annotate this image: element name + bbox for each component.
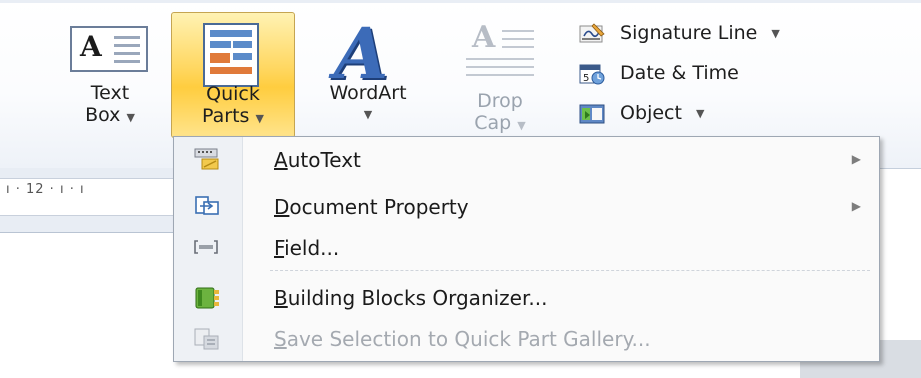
menu-item-building-blocks-organizer[interactable]: Building Blocks Organizer... xyxy=(174,277,879,319)
quick-parts-icon xyxy=(203,23,259,87)
signature-line-label: Signature Line xyxy=(620,22,758,44)
text-box-icon: A xyxy=(70,26,148,72)
menu-item-save-selection-to-gallery[interactable]: Save Selection to Quick Part Gallery... xyxy=(174,318,879,360)
svg-text:5: 5 xyxy=(583,73,589,84)
document-property-icon xyxy=(192,194,220,220)
document-property-label: ocument Property xyxy=(289,195,469,219)
submenu-arrow-icon: ▶ xyxy=(851,152,861,166)
document-area[interactable] xyxy=(0,233,175,378)
horizontal-ruler: ı · 12 · ı · ı xyxy=(0,168,175,233)
drop-cap-label-line1: Drop xyxy=(477,90,523,112)
text-box-label-line2: Box xyxy=(85,104,121,126)
chevron-down-icon: ▼ xyxy=(695,106,705,120)
building-blocks-icon xyxy=(192,285,220,311)
object-label: Object xyxy=(620,102,682,124)
save-selection-accel: S xyxy=(274,327,287,351)
text-box-label-line1: Text xyxy=(90,82,130,104)
object-icon xyxy=(578,102,606,126)
autotext-icon xyxy=(192,147,220,173)
save-selection-label: ave Selection to Quick Part Gallery... xyxy=(286,327,651,351)
date-time-icon: 5 xyxy=(578,62,606,86)
field-label: ield... xyxy=(284,236,340,260)
ribbon-top-border xyxy=(0,0,921,3)
quick-parts-menu: AutoText ▶ Document Property ▶ Field... xyxy=(173,136,880,362)
chevron-down-icon: ▼ xyxy=(517,119,526,132)
chevron-down-icon: ▼ xyxy=(255,112,264,125)
object-button[interactable]: Object ▼ xyxy=(578,98,704,128)
quick-parts-label-line2: Parts xyxy=(202,105,250,127)
field-icon xyxy=(192,235,220,261)
field-accel: F xyxy=(274,236,285,260)
menu-item-field[interactable]: Field... xyxy=(174,227,879,269)
menu-item-autotext[interactable]: AutoText ▶ xyxy=(174,139,879,181)
wordart-label: WordArt xyxy=(329,82,407,104)
autotext-accel: A xyxy=(274,148,288,172)
save-selection-icon xyxy=(192,326,220,352)
ruler-numbers: ı · 12 · ı · ı xyxy=(6,182,85,197)
signature-line-button[interactable]: Signature Line ▼ xyxy=(578,18,780,48)
text-box-button[interactable]: A Text Box ▼ xyxy=(60,18,160,138)
drop-cap-icon: A xyxy=(464,20,544,80)
chevron-down-icon: ▼ xyxy=(126,111,135,124)
menu-separator xyxy=(270,270,870,271)
building-blocks-accel: B xyxy=(274,286,288,310)
menu-item-document-property[interactable]: Document Property ▶ xyxy=(174,186,879,228)
building-blocks-label: uilding Blocks Organizer... xyxy=(287,286,548,310)
date-time-button[interactable]: 5 Date & Time xyxy=(578,58,739,88)
signature-line-icon xyxy=(578,22,606,46)
submenu-arrow-icon: ▶ xyxy=(851,199,861,213)
chevron-down-icon: ▼ xyxy=(771,26,780,40)
wordart-button[interactable]: A WordArt ▼ xyxy=(300,12,436,138)
quick-parts-label-line1: Quick xyxy=(206,83,260,105)
date-time-label: Date & Time xyxy=(620,62,739,84)
document-property-accel: D xyxy=(274,195,290,219)
chevron-down-icon: ▼ xyxy=(363,108,373,121)
quick-parts-button[interactable]: Quick Parts ▼ xyxy=(171,12,295,138)
drop-cap-label-line2: Cap xyxy=(474,112,512,134)
autotext-label: utoText xyxy=(287,148,361,172)
drop-cap-button[interactable]: A Drop Cap ▼ xyxy=(450,18,550,138)
